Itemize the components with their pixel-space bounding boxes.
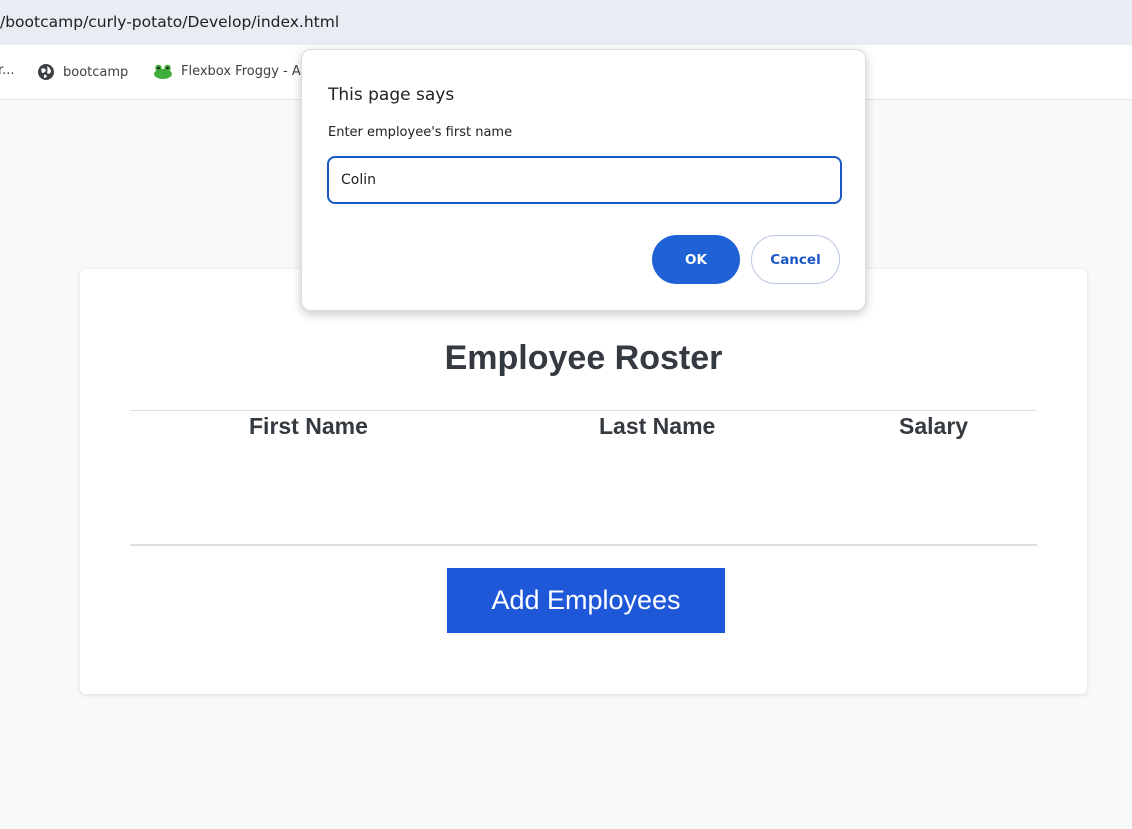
url-text[interactable]: /bootcamp/curly-potato/Develop/index.htm… bbox=[0, 13, 339, 31]
globe-icon bbox=[38, 64, 54, 80]
column-header-first-name: First Name bbox=[249, 413, 368, 439]
cancel-button[interactable]: Cancel bbox=[751, 235, 840, 284]
ok-button[interactable]: OK bbox=[652, 235, 740, 284]
table-header-divider bbox=[130, 410, 1037, 411]
bookmark-bootcamp[interactable]: bootcamp bbox=[37, 63, 128, 81]
bookmark-truncated[interactable]: r... bbox=[0, 63, 15, 78]
add-employees-button[interactable]: Add Employees bbox=[447, 568, 725, 633]
column-header-last-name: Last Name bbox=[599, 413, 716, 439]
prompt-dialog: This page says Enter employee's first na… bbox=[301, 49, 866, 311]
frog-icon bbox=[154, 64, 172, 79]
bookmark-flexbox-froggy[interactable]: Flexbox Froggy - A bbox=[153, 63, 301, 79]
column-header-salary: Salary bbox=[899, 413, 969, 439]
first-name-input[interactable] bbox=[327, 156, 842, 204]
dialog-message: Enter employee's first name bbox=[328, 125, 513, 140]
bookmark-label: r... bbox=[0, 63, 15, 78]
dialog-title: This page says bbox=[328, 85, 455, 105]
page-title: Employee Roster bbox=[444, 339, 723, 377]
bookmark-label: Flexbox Froggy - A bbox=[181, 63, 301, 79]
address-bar[interactable]: /bootcamp/curly-potato/Develop/index.htm… bbox=[0, 0, 1132, 45]
bookmark-label: bootcamp bbox=[63, 64, 129, 80]
roster-card: Employee Roster First Name Last Name Sal… bbox=[80, 269, 1087, 694]
table-bottom-divider bbox=[130, 544, 1037, 546]
